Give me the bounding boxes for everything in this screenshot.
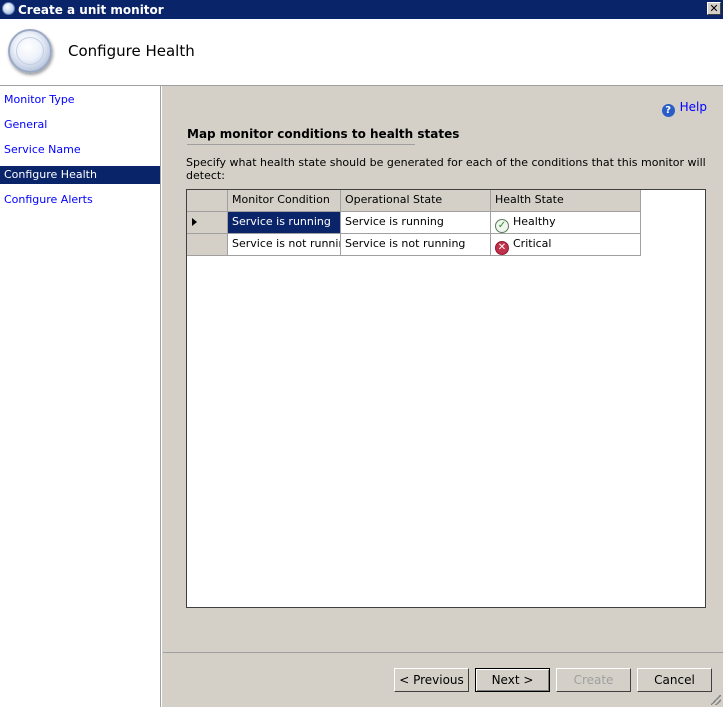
health-mapping-grid[interactable]: Monitor Condition Operational State Heal… [186,189,706,608]
row-header[interactable] [187,212,228,234]
row-header[interactable] [187,234,228,256]
wizard-header: Configure Health [0,19,723,86]
health-state-label: Critical [513,237,552,250]
operational-state-cell[interactable]: Service is running [341,212,491,234]
sidebar-item-service-name[interactable]: Service Name [0,141,160,159]
health-state-cell[interactable]: ✓ Healthy [491,212,641,234]
section-title: Map monitor conditions to health states [187,127,460,141]
sidebar-item-monitor-type[interactable]: Monitor Type [0,91,160,109]
health-state-label: Healthy [513,215,556,228]
cancel-button[interactable]: Cancel [637,668,712,692]
operational-state-cell[interactable]: Service is not running [341,234,491,256]
column-header-operational-state[interactable]: Operational State [341,190,491,212]
monitor-app-icon [2,2,15,15]
footer-divider [163,652,723,653]
next-button[interactable]: Next > [475,668,550,692]
section-divider [187,144,415,145]
help-icon: ? [661,104,675,117]
create-button[interactable]: Create [556,668,631,692]
current-row-arrow-icon [192,218,197,226]
monitor-condition-cell[interactable]: Service is running [228,212,341,234]
page-title: Configure Health [68,42,195,60]
healthy-check-icon: ✓ [495,219,509,233]
wizard-steps-sidebar: Monitor Type General Service Name Config… [0,86,160,707]
grid-corner-header [187,190,228,212]
close-button[interactable]: ✕ [707,2,721,15]
resize-grip-icon[interactable] [711,695,721,705]
previous-button[interactable]: < Previous [394,668,469,692]
title-bar: Create a unit monitor ✕ [0,0,723,19]
help-link[interactable]: ? Help [661,100,707,117]
sidebar-item-general[interactable]: General [0,116,160,134]
column-header-monitor-condition[interactable]: Monitor Condition [228,190,341,212]
window-title: Create a unit monitor [18,3,164,17]
sidebar-item-configure-health[interactable]: Configure Health [0,166,160,184]
sidebar-item-configure-alerts[interactable]: Configure Alerts [0,191,160,209]
section-description: Specify what health state should be gene… [186,156,706,182]
health-wizard-icon [8,29,52,73]
help-label: Help [679,100,707,114]
monitor-condition-cell[interactable]: Service is not running [228,234,341,256]
column-header-health-state[interactable]: Health State [491,190,641,212]
critical-x-icon: ✕ [495,241,509,255]
sidebar-divider [160,86,162,707]
health-state-cell[interactable]: ✕ Critical [491,234,641,256]
close-icon: ✕ [709,2,719,15]
